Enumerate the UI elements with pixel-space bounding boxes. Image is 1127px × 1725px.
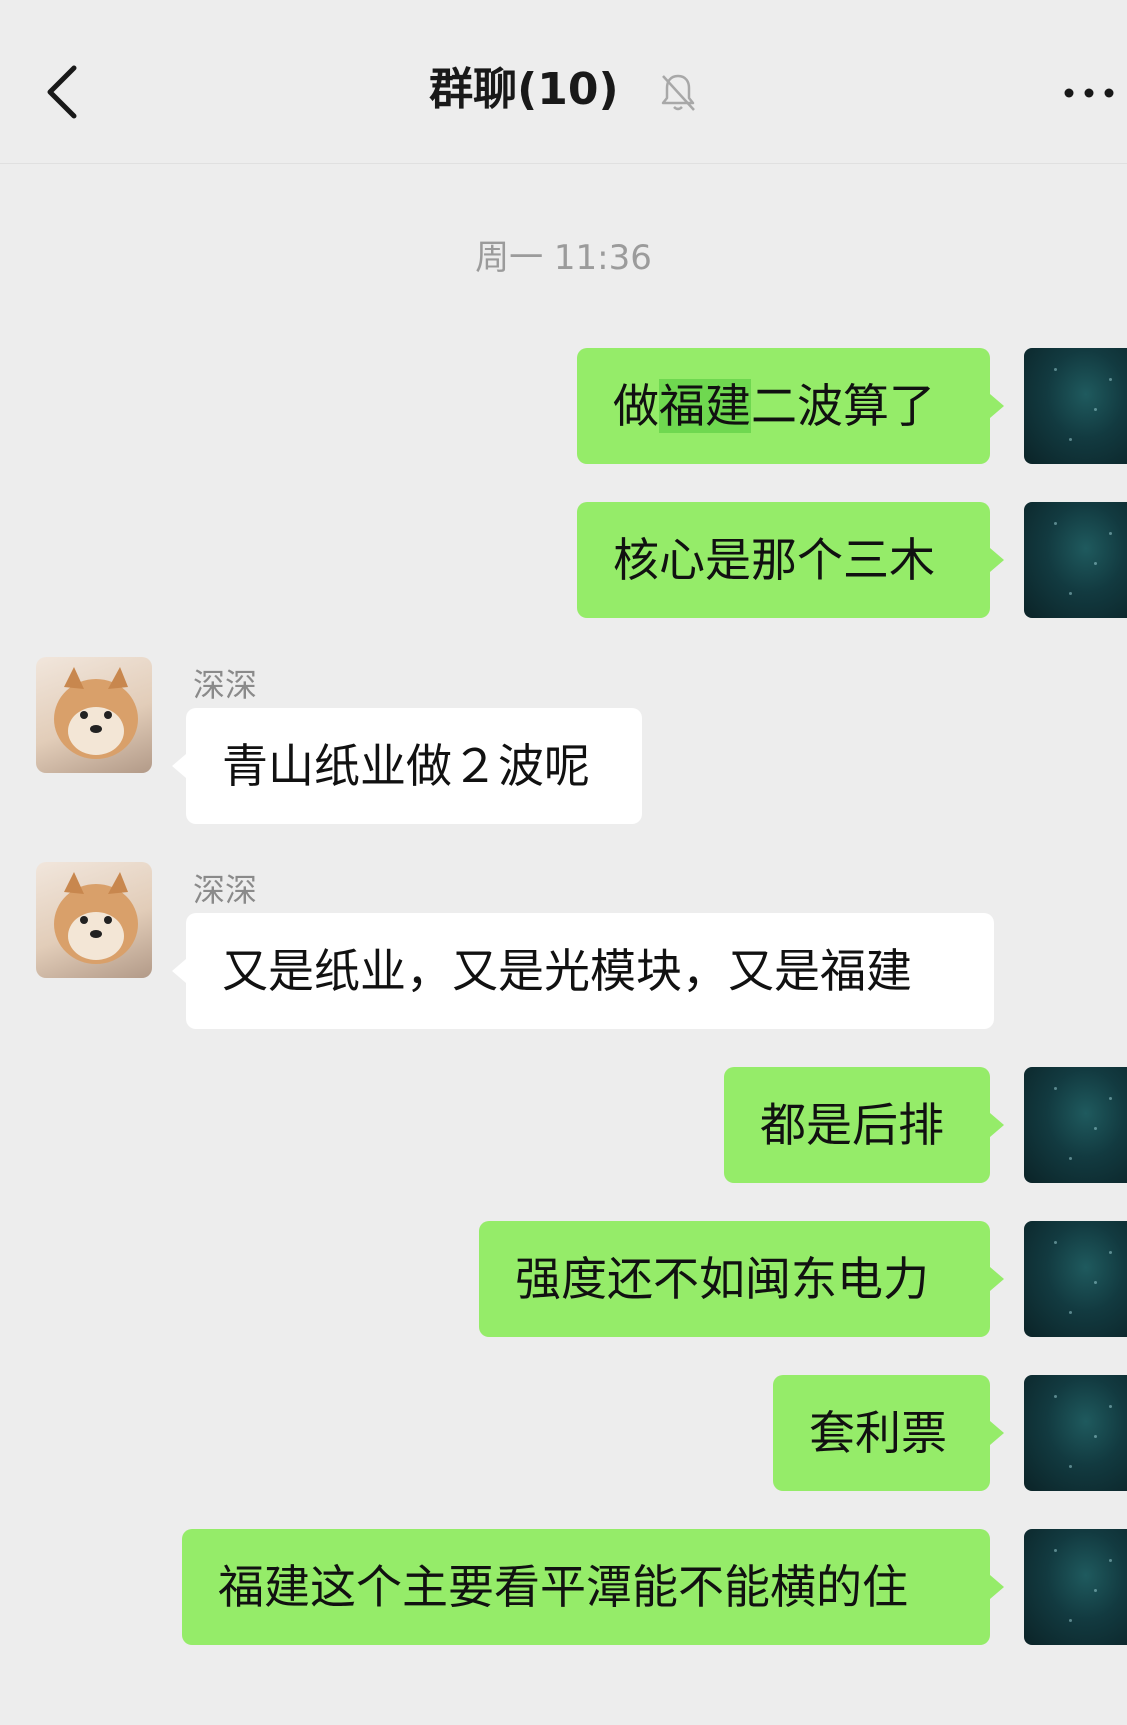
chat-header: 群聊(10) (0, 0, 1127, 164)
avatar[interactable] (1024, 1067, 1127, 1183)
bell-muted-icon (661, 74, 695, 111)
sender-name: 深深 (193, 871, 258, 909)
message-text: 二波算了 (751, 379, 935, 433)
dog-photo-icon (54, 667, 138, 759)
dog-photo-icon (54, 872, 138, 964)
bubble-tail (172, 959, 186, 983)
message-bubble[interactable]: 套利票 (773, 1375, 990, 1491)
message-timestamp: 周一 11:36 (475, 238, 652, 278)
message-text: 青山纸业做２波呢 (222, 739, 590, 793)
highlighted-text: 福建 (659, 379, 751, 433)
title-area: 群聊(10) (0, 58, 1127, 122)
message-bubble[interactable]: 核心是那个三木 (577, 502, 990, 618)
message-text: 福建这个主要看平潭能不能横的住 (218, 1560, 908, 1614)
message-text: 强度还不如闽东电力 (515, 1252, 929, 1306)
avatar[interactable] (1024, 1221, 1127, 1337)
avatar[interactable] (1024, 502, 1127, 618)
bubble-tail (990, 1267, 1004, 1291)
message-bubble[interactable]: 福建这个主要看平潭能不能横的住 (182, 1529, 990, 1645)
message-text: 做 (613, 379, 659, 433)
avatar[interactable] (1024, 1375, 1127, 1491)
message-text: 核心是那个三木 (613, 533, 935, 587)
bubble-tail (990, 394, 1004, 418)
message-bubble[interactable]: 又是纸业，又是光模块，又是福建 (186, 913, 994, 1029)
message-bubble[interactable]: 做福建二波算了 (577, 348, 990, 464)
avatar[interactable] (1024, 348, 1127, 464)
bubble-tail (990, 1113, 1004, 1137)
message-bubble[interactable]: 强度还不如闽东电力 (479, 1221, 990, 1337)
avatar[interactable] (36, 862, 152, 978)
avatar[interactable] (1024, 1529, 1127, 1645)
bubble-tail (990, 1421, 1004, 1445)
avatar[interactable] (36, 657, 152, 773)
bubble-tail (990, 1575, 1004, 1599)
bubble-tail (172, 754, 186, 778)
chat-title: 群聊(10) (429, 64, 619, 115)
more-dots-icon[interactable] (1061, 78, 1117, 108)
message-text: 又是纸业，又是光模块，又是福建 (222, 944, 912, 998)
message-bubble[interactable]: 都是后排 (724, 1067, 990, 1183)
sender-name: 深深 (193, 666, 258, 704)
bubble-tail (990, 548, 1004, 572)
message-bubble[interactable]: 青山纸业做２波呢 (186, 708, 642, 824)
message-text: 套利票 (809, 1406, 947, 1460)
message-text: 都是后排 (760, 1098, 944, 1152)
